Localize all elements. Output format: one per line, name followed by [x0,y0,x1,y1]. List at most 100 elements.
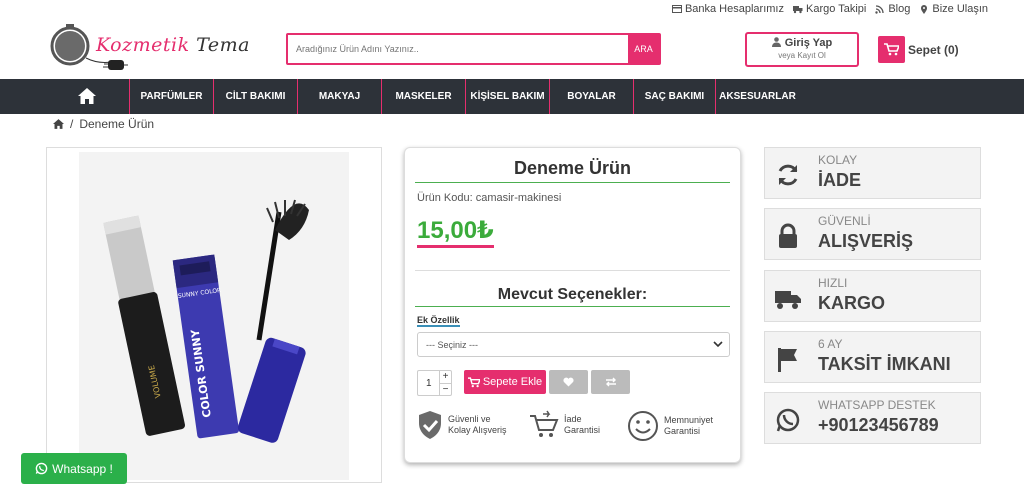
side-box-cargo-small: HIZLI [818,276,848,290]
quantity-minus-button[interactable]: − [439,383,451,395]
register-link[interactable]: veya Kayıt Ol [747,51,857,60]
truck-icon [775,291,801,309]
product-price: 15,00₺ [417,216,494,248]
breadcrumb-separator: / [70,117,74,131]
feature-secure-line2: Kolay Alışveriş [448,425,507,435]
side-box-cargo-big: KARGO [818,293,885,313]
quantity-value[interactable]: 1 [426,378,432,389]
map-marker-icon [921,5,928,14]
login-box[interactable]: Giriş Yap veya Kayıt Ol [745,32,859,67]
feature-satisfaction-line1: Memnuniyet [664,415,714,425]
nav-item-makyaj[interactable]: MAKYAJ [297,79,381,114]
home-icon[interactable] [53,119,64,129]
product-image[interactable]: VOLUME COLOR SUNNY SUNNY COLOR [46,147,382,483]
whatsapp-label: Whatsapp ! [52,461,113,476]
side-box-return-small: KOLAY [818,153,858,167]
nav-item-cilt-bakimi[interactable]: CİLT BAKIMI [213,79,297,114]
nav-item-maskeler[interactable]: MASKELER [381,79,465,114]
heart-icon [563,377,574,387]
feature-satisfaction-line2: Garantisi [664,426,701,436]
top-links: Banka Hesaplarımız Kargo Takipi Blog Biz… [671,3,988,15]
whatsapp-icon [35,462,48,475]
nav-item-kisisel-bakim[interactable]: KİŞİSEL BAKIM [465,79,549,114]
feature-secure: Güvenli ve Kolay Alışveriş [417,410,507,440]
divider [415,270,730,271]
breadcrumb-current: Deneme Ürün [79,117,155,131]
product-photo: VOLUME COLOR SUNNY SUNNY COLOR [79,152,349,480]
feature-satisfaction: Memnuniyet Garantisi [627,410,713,442]
bank-card-icon [671,5,682,13]
exchange-icon [605,377,616,387]
whatsapp-icon [776,408,800,432]
side-box-installment-big: TAKSİT İMKANI [818,354,951,374]
feature-return-line1: İade [564,414,582,424]
side-box-return-big: İADE [818,170,862,190]
nav-item-parfumler[interactable]: PARFÜMLER [129,79,213,114]
add-to-cart-label: Sepete Ekle [482,376,543,388]
feature-return-text: İade Garantisi [564,414,600,436]
main-nav: PARFÜMLER CİLT BAKIMI MAKYAJ MASKELER Kİ… [0,79,1024,114]
quantity-plus-button[interactable]: + [439,371,451,383]
cart-icon [878,36,905,63]
side-box-return: KOLAY İADE [764,147,981,199]
cart-return-icon [530,410,559,437]
rss-icon [875,5,884,14]
cart-icon [467,376,480,387]
cart-button[interactable]: Sepet (0) [878,36,959,63]
product-code: Ürün Kodu: camasir-makinesi [417,192,562,204]
top-link-blog-label: Blog [888,3,911,15]
chevron-down-icon [713,341,723,348]
smiley-icon [628,411,658,441]
product-info-panel: Deneme Ürün Ürün Kodu: camasir-makinesi … [404,147,741,463]
nav-item-aksesuarlar[interactable]: AKSESUARLAR [715,79,799,114]
site-logo[interactable]: Kozmetik Tema [46,24,261,74]
side-box-whatsapp: WHATSAPP DESTEK +90123456789 [764,392,981,444]
product-title: Deneme Ürün [415,158,730,183]
whatsapp-button[interactable]: Whatsapp ! [21,453,127,484]
top-bar: Banka Hesaplarımız Kargo Takipi Blog Biz… [0,0,1024,18]
side-box-secure-small: GÜVENLİ [818,214,871,228]
top-link-cargo-label: Kargo Takipi [805,3,867,15]
options-title: Mevcut Seçenekler: [415,286,730,307]
home-icon[interactable] [78,88,96,109]
feature-return-line2: Garantisi [564,425,601,435]
feature-secure-line1: Güvenli ve [448,414,491,424]
search-input[interactable] [288,35,628,63]
mascara-illustration: VOLUME COLOR SUNNY SUNNY COLOR [103,199,309,443]
nav-item-sac-bakimi[interactable]: SAÇ BAKIMI [633,79,715,114]
login-row: Giriş Yap [747,37,857,49]
refresh-icon [778,164,798,186]
option-select-value: --- Seçiniz --- [426,339,478,350]
feature-return: İade Garantisi [529,410,600,440]
side-box-secure-big: ALIŞVERİŞ [818,231,914,251]
side-box-installment-small: 6 AY [818,337,843,351]
login-link[interactable]: Giriş Yap [785,37,833,49]
side-box-whatsapp-big: +90123456789 [818,415,939,435]
cart-label: Sepet (0) [908,42,959,57]
side-box-whatsapp-small: WHATSAPP DESTEK [818,398,936,412]
top-link-cargo[interactable]: Kargo Takipi [792,3,867,15]
top-link-contact-label: Bize Ulaşın [932,3,988,15]
side-box-cargo: HIZLI KARGO [764,270,981,322]
wishlist-button[interactable] [549,370,588,394]
compare-button[interactable] [591,370,630,394]
logo-text-brand: Kozmetik [96,34,190,56]
quantity-stepper: 1 + − [417,370,452,396]
shield-check-icon [419,411,441,439]
logo-text: Kozmetik Tema [96,34,250,56]
flag-icon [778,348,797,372]
add-to-cart-button[interactable]: Sepete Ekle [464,370,546,394]
search-box: ARA [286,33,661,65]
logo-text-suffix: Tema [196,34,250,56]
feature-satisfaction-text: Memnuniyet Garantisi [664,415,713,437]
top-link-bank[interactable]: Banka Hesaplarımız [671,3,784,15]
nav-item-boyalar[interactable]: BOYALAR [549,79,633,114]
breadcrumb: / Deneme Ürün [53,117,154,131]
side-box-installment: 6 AY TAKSİT İMKANI [764,331,981,383]
search-button[interactable]: ARA [628,35,659,63]
top-link-blog[interactable]: Blog [875,3,910,15]
option-select[interactable]: --- Seçiniz --- [417,332,730,357]
option-label: Ek Özellik [417,315,460,327]
top-link-contact[interactable]: Bize Ulaşın [919,3,988,15]
feature-secure-text: Güvenli ve Kolay Alışveriş [448,414,507,436]
